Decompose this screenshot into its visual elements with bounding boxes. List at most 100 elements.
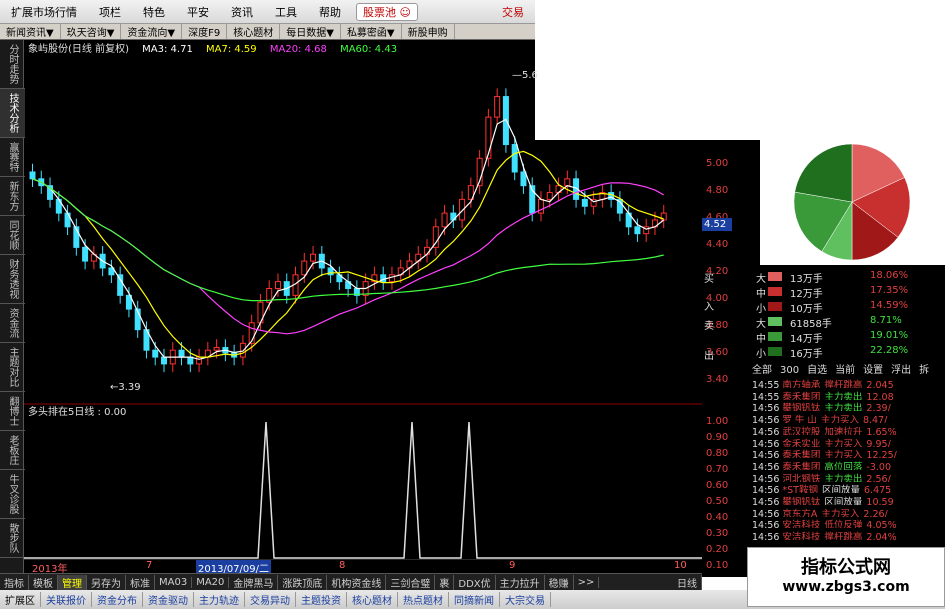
candle-body bbox=[441, 212, 448, 228]
trade-time: 14:56 bbox=[752, 450, 780, 459]
vtab-1[interactable]: 技术分析 bbox=[0, 89, 25, 138]
vtab-10[interactable]: 牛叉诊股 bbox=[0, 470, 25, 519]
flow-size: 小 bbox=[756, 304, 766, 315]
indicator-tab-12[interactable]: DDX优 bbox=[454, 574, 496, 590]
indicator-tab-5[interactable]: MA03 bbox=[155, 576, 193, 588]
flow-pct: 22.28% bbox=[870, 345, 909, 356]
menu-item-4[interactable]: 资讯 bbox=[220, 4, 264, 20]
trade-row[interactable]: 14:55 南方轴承 撑杆跳高 2.045 bbox=[752, 377, 945, 388]
watermark: 指标公式网 www.zbgs3.com bbox=[747, 547, 945, 607]
extension-tab-5[interactable]: 交易异动 bbox=[245, 592, 296, 607]
trade-row[interactable]: 14:56 攀钢钒钛 主力卖出 2.39/ bbox=[752, 400, 945, 411]
radar-tab-5[interactable]: 浮出 bbox=[891, 365, 911, 376]
indicator-tab-14[interactable]: 稳赚 bbox=[545, 574, 574, 590]
extension-tab-0[interactable]: 扩展区 bbox=[0, 592, 41, 607]
kline-chart[interactable]: —5.6 ←3.39 多头排在5日线 : 0.00 bbox=[24, 54, 702, 574]
trade-row[interactable]: 14:56 武汉控股 加速拉升 1.65% bbox=[752, 424, 945, 435]
indicator-tab-4[interactable]: 标准 bbox=[126, 574, 155, 590]
trade-name: 南方轴承 bbox=[782, 380, 821, 388]
menu-item-6[interactable]: 帮助 bbox=[308, 4, 352, 20]
menu-item-5[interactable]: 工具 bbox=[264, 4, 308, 20]
indicator-tick: 0.20 bbox=[706, 544, 729, 555]
candle-body bbox=[634, 226, 641, 235]
trade-time: 14:56 bbox=[752, 415, 780, 424]
toolbar-item-4[interactable]: 核心题材 bbox=[227, 24, 281, 39]
indicator-tab-11[interactable]: 裹 bbox=[435, 574, 455, 590]
flow-pct: 14.59% bbox=[870, 300, 909, 311]
vtab-7[interactable]: 主题对比 bbox=[0, 343, 25, 392]
vtab-4[interactable]: 同花顺 bbox=[0, 216, 25, 255]
indicator-tab-7[interactable]: 金牌黑马 bbox=[229, 574, 279, 590]
trade-row[interactable]: 14:56 安洁科技 撑杆跳高 2.04% bbox=[752, 529, 945, 540]
radar-tab-6[interactable]: 拆 bbox=[919, 365, 929, 376]
toolbar-item-1[interactable]: 玖天咨询▼ bbox=[61, 24, 122, 39]
trade-row[interactable]: 14:56 金禾实业 主力买入 9.95/ bbox=[752, 436, 945, 447]
toolbar-item-0[interactable]: 新闻资讯▼ bbox=[0, 24, 61, 39]
extension-tab-1[interactable]: 关联报价 bbox=[41, 592, 92, 607]
vtab-0[interactable]: 分时走势 bbox=[0, 40, 25, 89]
trade-name: 安洁科技 bbox=[782, 532, 821, 541]
vtab-9[interactable]: 老板庄 bbox=[0, 431, 25, 470]
trade-button[interactable]: 交易 bbox=[491, 4, 535, 20]
flow-size: 中 bbox=[756, 334, 766, 345]
radar-tabs: 全部 300 自选 当前 设置 浮出拆 bbox=[752, 361, 945, 376]
trade-row[interactable]: 14:56 泰禾集团 高位回落 -3.00 bbox=[752, 459, 945, 470]
trade-value: 2.26/ bbox=[863, 508, 888, 517]
trade-row[interactable]: 14:56 攀钢钒钛 区间放量 10.59 bbox=[752, 494, 945, 505]
vtab-2[interactable]: 赢赛特 bbox=[0, 138, 25, 177]
radar-tab-3[interactable]: 当前 bbox=[835, 365, 855, 376]
stock-pool-button[interactable]: 股票池 ☺ bbox=[356, 2, 418, 21]
vtab-8[interactable]: 翻博士 bbox=[0, 392, 25, 431]
menu-item-1[interactable]: 项栏 bbox=[88, 4, 132, 20]
menu-item-3[interactable]: 平安 bbox=[176, 4, 220, 20]
toolbar-item-7[interactable]: 新股申购 bbox=[402, 24, 455, 39]
indicator-tab-2[interactable]: 管理 bbox=[58, 574, 87, 590]
indicator-tab-9[interactable]: 机构资金线 bbox=[327, 574, 387, 590]
vtab-6[interactable]: 资金流 bbox=[0, 304, 25, 343]
extension-tab-6[interactable]: 主题投资 bbox=[296, 592, 347, 607]
toolbar-item-6[interactable]: 私募密函▼ bbox=[341, 24, 402, 39]
price-tick: 5.00 bbox=[706, 158, 729, 169]
extension-tab-7[interactable]: 核心题材 bbox=[347, 592, 398, 607]
flow-pct: 8.71% bbox=[870, 315, 902, 326]
extension-tab-8[interactable]: 热点题材 bbox=[398, 592, 449, 607]
extension-tab-10[interactable]: 大宗交易 bbox=[500, 592, 551, 607]
indicator-tab-10[interactable]: 三剑合璧 bbox=[386, 574, 436, 590]
indicator-tab-15[interactable]: >> bbox=[574, 576, 600, 588]
radar-tab-0[interactable]: 全部 bbox=[752, 365, 772, 376]
extension-tab-9[interactable]: 同摘新闻 bbox=[449, 592, 500, 607]
trade-row[interactable]: 14:56 京东方A 主力买入 2.26/ bbox=[752, 506, 945, 517]
vtab-11[interactable]: 散步队 bbox=[0, 519, 25, 558]
trade-row[interactable]: 14:56 河北钢铁 主力卖出 2.56/ bbox=[752, 471, 945, 482]
indicator-tab-6[interactable]: MA20 bbox=[192, 576, 230, 588]
menu-item-2[interactable]: 特色 bbox=[132, 4, 176, 20]
period-label[interactable]: 日线 bbox=[673, 574, 702, 590]
toolbar-item-5[interactable]: 每日数据▼ bbox=[280, 24, 341, 39]
extension-tab-3[interactable]: 资金驱动 bbox=[143, 592, 194, 607]
vtab-5[interactable]: 财务透视 bbox=[0, 255, 25, 304]
indicator-tab-3[interactable]: 另存为 bbox=[87, 574, 126, 590]
radar-tab-1[interactable]: 300 bbox=[780, 365, 799, 376]
trade-row[interactable]: 14:56 泰禾集团 主力买入 12.25/ bbox=[752, 447, 945, 458]
indicator-tab-0[interactable]: 指标 bbox=[0, 574, 29, 590]
trade-action: 主力买入 bbox=[820, 415, 859, 424]
extension-tab-2[interactable]: 资金分布 bbox=[92, 592, 143, 607]
radar-tab-2[interactable]: 自选 bbox=[807, 365, 827, 376]
vtab-3[interactable]: 新东方 bbox=[0, 177, 25, 216]
toolbar-item-3[interactable]: 深度F9 bbox=[182, 24, 228, 39]
radar-tab-4[interactable]: 设置 bbox=[863, 365, 883, 376]
trade-action: 主力卖出 bbox=[824, 403, 863, 412]
indicator-tab-8[interactable]: 涨跌顶底 bbox=[278, 574, 328, 590]
flow-pct: 18.06% bbox=[870, 270, 909, 281]
extension-tab-4[interactable]: 主力轨迹 bbox=[194, 592, 245, 607]
menu-item-0[interactable]: 扩展市场行情 bbox=[0, 4, 88, 20]
trade-value: 1.65% bbox=[866, 426, 897, 435]
trade-row[interactable]: 14:56 安洁科技 低位反弹 4.05% bbox=[752, 517, 945, 528]
trade-row[interactable]: 14:56 *ST鞍钢 区间放量 6.475 bbox=[752, 482, 945, 493]
toolbar-item-2[interactable]: 资金流向▼ bbox=[121, 24, 183, 39]
indicator-tab-13[interactable]: 主力拉升 bbox=[496, 574, 545, 590]
trade-row[interactable]: 14:56 罗 牛 山主力买入 8.47/ bbox=[752, 412, 945, 423]
indicator-tab-1[interactable]: 模板 bbox=[29, 574, 58, 590]
trade-row[interactable]: 14:55 泰禾集团 主力卖出 12.08 bbox=[752, 389, 945, 400]
trade-time: 14:55 bbox=[752, 380, 780, 388]
